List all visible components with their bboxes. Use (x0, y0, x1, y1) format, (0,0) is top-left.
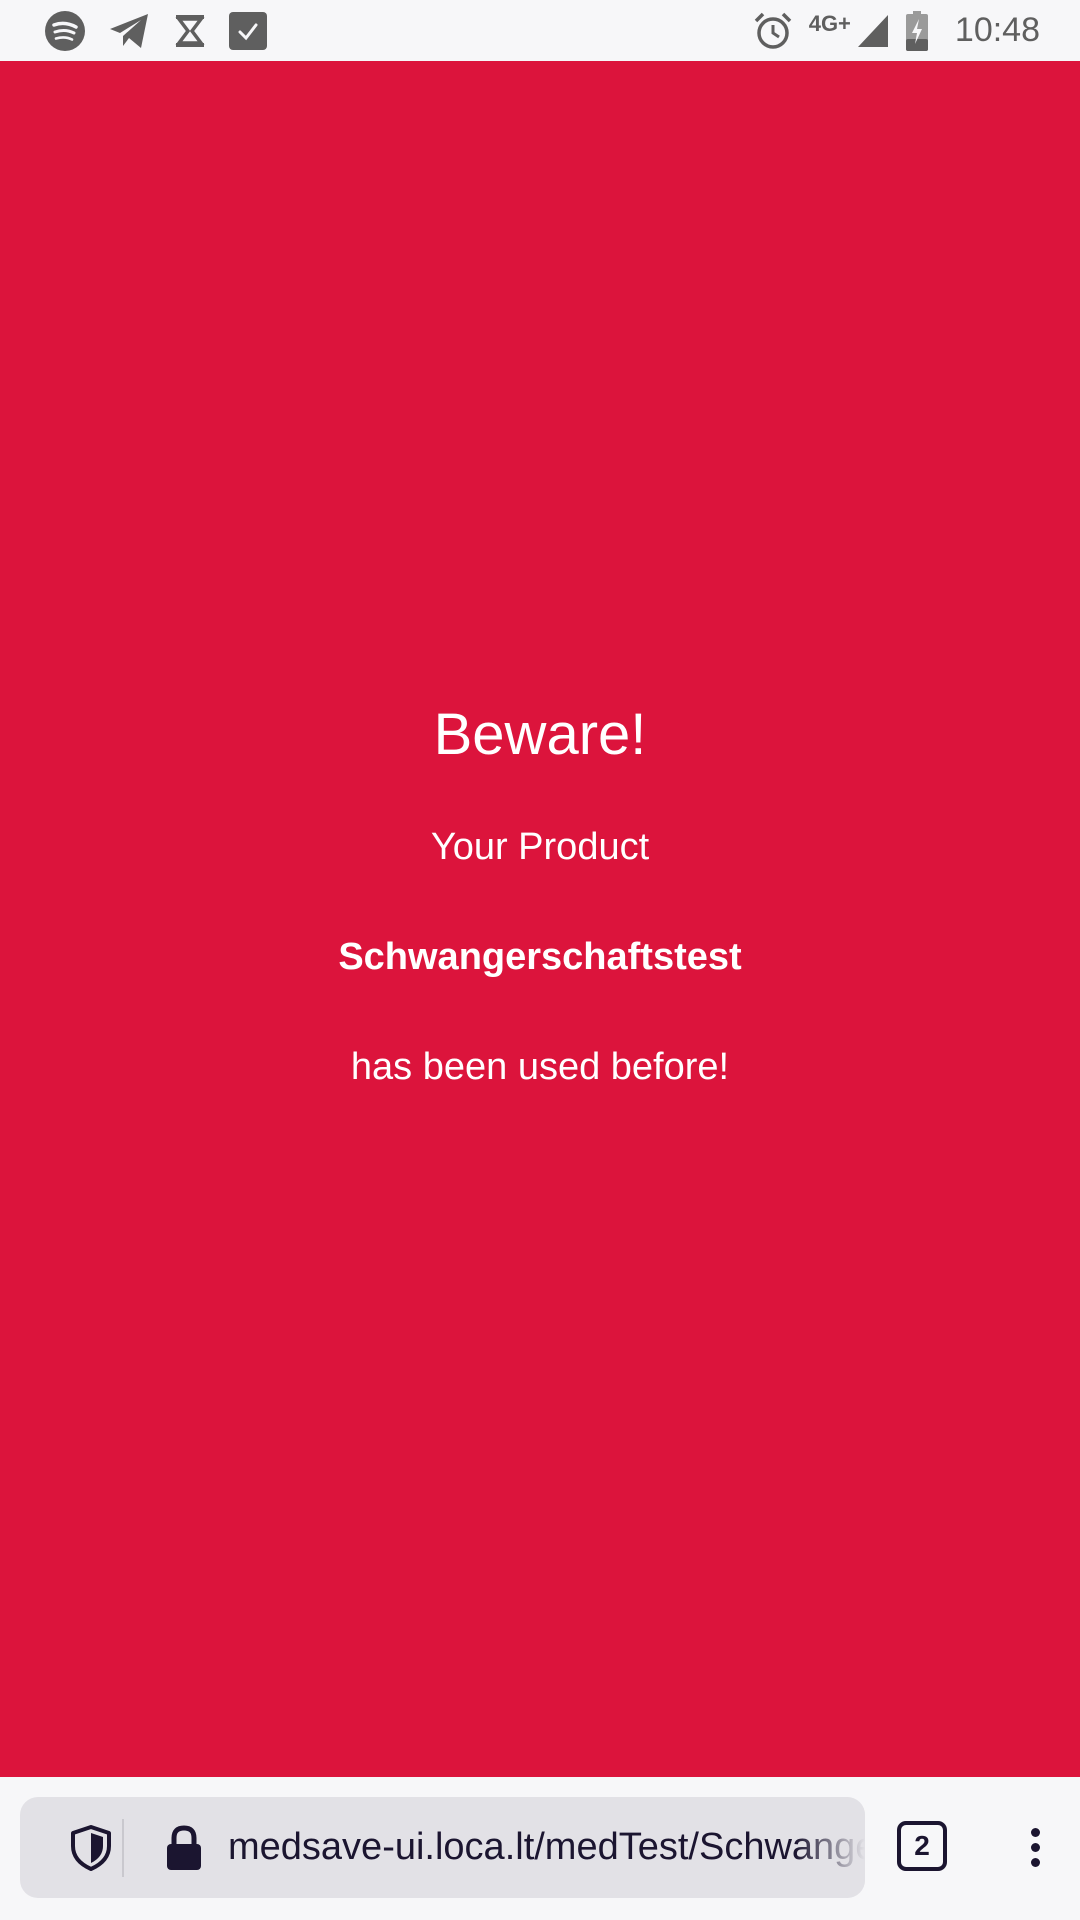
clock-time: 10:48 (954, 11, 1040, 49)
task-check-icon (228, 11, 268, 51)
menu-dot (1030, 1857, 1040, 1867)
alert-message-outro: has been used before! (350, 1046, 730, 1088)
menu-dot (1030, 1827, 1040, 1837)
system-icons: 4G+ 10:48 (753, 10, 1040, 51)
product-name: Schwangerschaftstest (338, 936, 742, 978)
alert-title: Beware! (433, 702, 647, 767)
alert-message-intro: Your Product (430, 826, 650, 868)
tab-switcher-button[interactable]: 2 (897, 1821, 947, 1871)
address-bar[interactable]: medsave-ui.loca.lt/medTest/Schwangerscha… (20, 1797, 865, 1898)
menu-dot (1030, 1842, 1040, 1852)
notification-icons (44, 10, 268, 52)
browser-toolbar: medsave-ui.loca.lt/medTest/Schwangerscha… (0, 1777, 1080, 1920)
url-text[interactable]: medsave-ui.loca.lt/medTest/Schwangerscha… (228, 1797, 865, 1898)
signal-icon (857, 14, 889, 48)
spotify-icon (44, 10, 86, 52)
telegram-icon (108, 11, 152, 51)
overflow-menu-icon[interactable] (1010, 1817, 1060, 1877)
status-bar: 4G+ 10:48 (0, 0, 1080, 61)
tab-count: 2 (914, 1830, 930, 1861)
battery-charging-icon (905, 10, 929, 51)
screen: 4G+ 10:48 Beware! Your Product Schwanger… (0, 0, 1080, 1920)
address-bar-divider (122, 1819, 124, 1877)
alert-panel: Beware! Your Product Schwangerschaftstes… (0, 61, 1080, 1777)
network-type: 4G+ (808, 10, 851, 36)
lock-icon[interactable] (154, 1797, 214, 1898)
alarm-icon (753, 11, 793, 51)
hourglass-icon (174, 14, 206, 48)
url-fade (795, 1797, 865, 1898)
